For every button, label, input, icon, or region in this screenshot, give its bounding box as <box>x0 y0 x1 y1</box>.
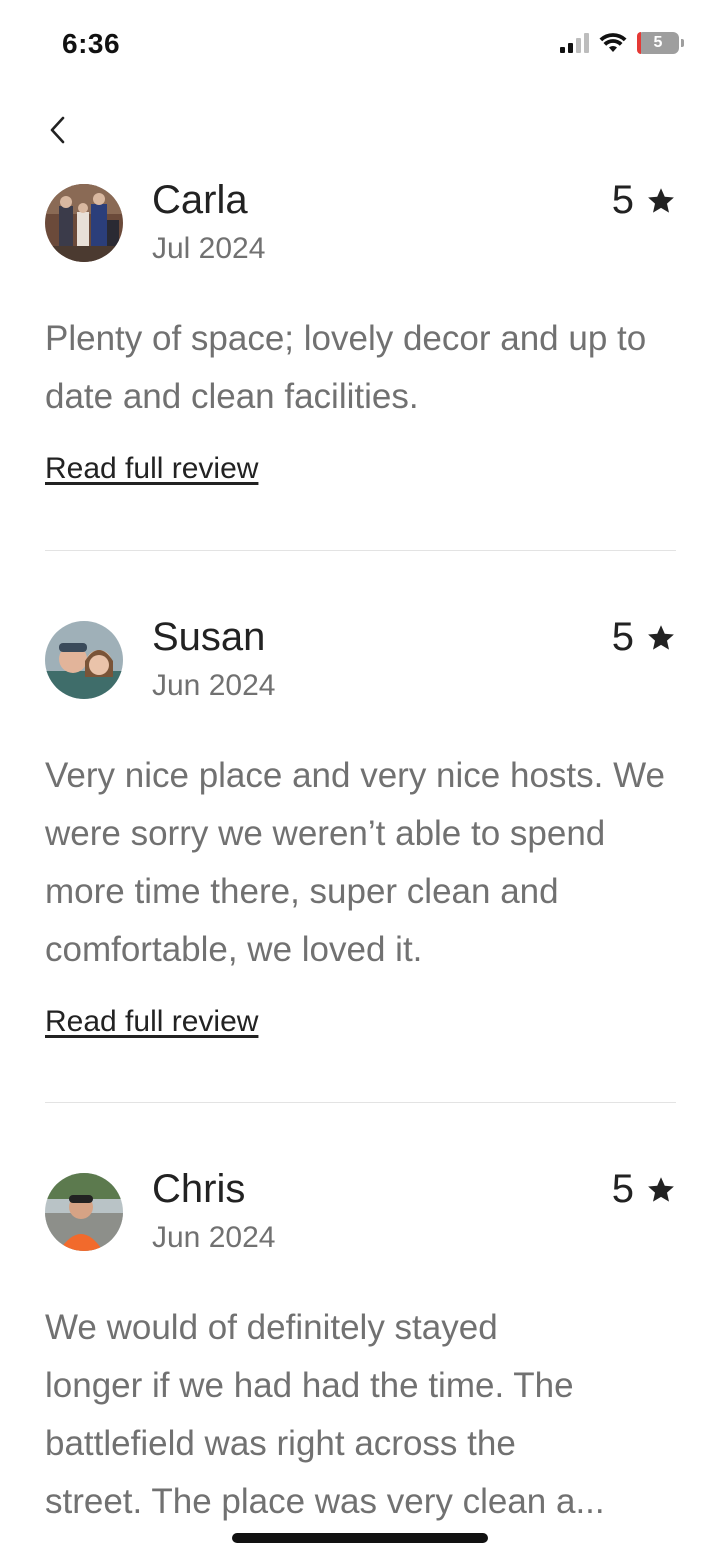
review-item: Carla Jul 2024 5 Plenty of space; lovely… <box>45 178 676 550</box>
rating: 5 <box>612 615 676 660</box>
back-button[interactable] <box>40 112 76 148</box>
reviewer-name: Carla <box>152 178 248 222</box>
read-full-review-link[interactable]: Read full review <box>45 1005 258 1039</box>
battery-cap <box>681 39 684 47</box>
rating: 5 <box>612 178 676 223</box>
star-icon <box>648 624 674 650</box>
reviews-list: Carla Jul 2024 5 Plenty of space; lovely… <box>45 178 676 1531</box>
avatar[interactable] <box>45 184 123 262</box>
rating-value: 5 <box>611 615 634 659</box>
review-text-line: street. The place was very clean a... <box>45 1482 605 1521</box>
rating-value: 5 <box>611 1167 634 1211</box>
battery-percentage: 5 <box>653 34 663 51</box>
review-header: Chris Jun 2024 5 <box>45 1167 676 1255</box>
rating-value: 5 <box>611 178 634 222</box>
review-text: Plenty of space; lovely decor and up to … <box>45 319 647 416</box>
review-text-line: battlefield was right across the <box>45 1424 516 1463</box>
avatar[interactable] <box>45 621 123 699</box>
review-text-line: longer if we had had the time. The <box>45 1366 574 1405</box>
review-date: Jul 2024 <box>152 232 266 265</box>
battery-level-fill <box>637 32 641 54</box>
star-icon <box>648 1176 674 1202</box>
status-icons: 5 <box>560 32 684 54</box>
review-text-line: We would of definitely stayed <box>45 1308 498 1347</box>
rating: 5 <box>612 1167 676 1212</box>
avatar[interactable] <box>45 1173 123 1251</box>
review-header: Susan Jun 2024 5 <box>45 615 676 703</box>
chevron-left-icon <box>50 116 65 144</box>
star-icon <box>648 187 674 213</box>
review-date: Jun 2024 <box>152 669 276 702</box>
battery-icon: 5 <box>637 32 679 54</box>
wifi-icon <box>599 33 627 52</box>
review-date: Jun 2024 <box>152 1221 276 1254</box>
read-full-review-link[interactable]: Read full review <box>45 452 258 486</box>
cellular-signal-icon <box>560 33 589 53</box>
review-item: Susan Jun 2024 5 Very nice place and ver… <box>45 550 676 1102</box>
review-header: Carla Jul 2024 5 <box>45 178 676 266</box>
review-text: Very nice place and very nice hosts. We … <box>45 756 665 969</box>
review-text: We would of definitely stayed longer if … <box>45 1299 676 1531</box>
home-indicator[interactable] <box>232 1533 488 1543</box>
reviewer-name: Chris <box>152 1167 246 1211</box>
status-bar: 6:36 5 <box>0 0 720 90</box>
status-time: 6:36 <box>62 28 121 59</box>
review-item: Chris Jun 2024 5 We would of definitely … <box>45 1102 676 1531</box>
reviewer-name: Susan <box>152 615 266 659</box>
